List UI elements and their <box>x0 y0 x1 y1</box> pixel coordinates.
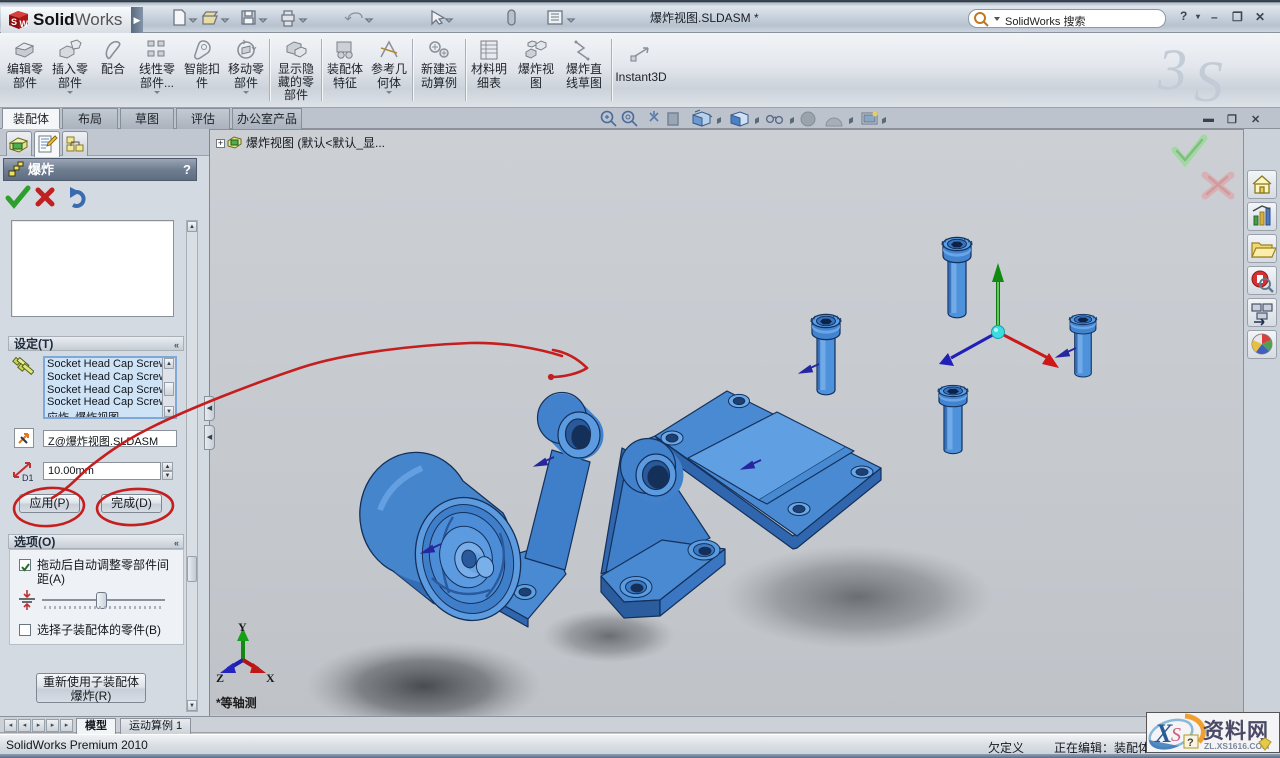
svg-text:W: W <box>20 19 29 29</box>
svg-text:Z: Z <box>216 671 224 685</box>
svg-text:*等轴测: *等轴测 <box>216 695 257 710</box>
svg-text:X: X <box>266 671 275 685</box>
svg-text:S: S <box>1171 724 1181 746</box>
svg-text:?: ? <box>1187 737 1194 749</box>
svg-text:资料网: 资料网 <box>1203 720 1269 743</box>
svg-text:D1: D1 <box>22 473 34 483</box>
svg-text:Y: Y <box>238 620 247 634</box>
svg-text:S: S <box>11 17 17 27</box>
